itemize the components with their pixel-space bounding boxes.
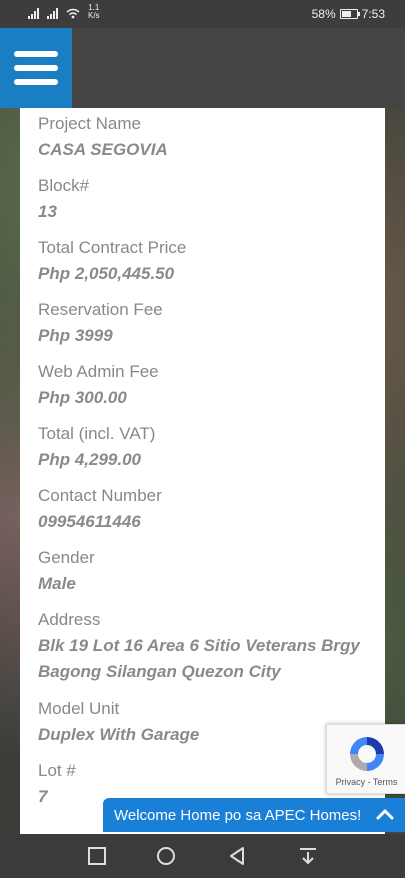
field-label: Total Contract Price <box>38 238 187 257</box>
field-label: Model Unit <box>38 699 120 718</box>
field-block: Block# 13 <box>38 176 89 225</box>
field-label: Gender <box>38 548 95 567</box>
field-value: Php 3999 <box>38 326 113 345</box>
signal-icon-2 <box>47 7 58 19</box>
field-label: Address <box>38 610 101 629</box>
chat-label: Welcome Home po sa APEC Homes! <box>114 806 362 824</box>
recaptcha-terms-link[interactable]: Privacy - Terms <box>327 777 405 787</box>
field-value: Blk 19 Lot 16 Area 6 Sitio Veterans Brgy… <box>38 633 360 685</box>
wifi-icon <box>66 8 80 18</box>
field-model-unit: Model Unit Duplex With Garage <box>38 699 199 748</box>
field-web-admin-fee: Web Admin Fee Php 300.00 <box>38 362 159 411</box>
status-bar: 1.1 K/s 58% 7:53 <box>0 0 405 28</box>
field-value: Duplex With Garage <box>38 725 200 744</box>
system-navigation-bar <box>0 834 405 878</box>
field-value: Php 300.00 <box>38 388 127 407</box>
address-line-1: Blk 19 Lot 16 Area 6 Sitio Veterans Brgy <box>38 636 360 655</box>
field-value: Php 2,050,445.50 <box>38 264 175 283</box>
field-value: Php 4,299.00 <box>38 450 142 469</box>
home-icon[interactable] <box>156 846 176 866</box>
recent-apps-icon[interactable] <box>87 846 107 866</box>
field-label: Lot # <box>38 761 76 780</box>
hamburger-menu-icon[interactable] <box>0 28 72 108</box>
recaptcha-logo-icon <box>350 737 384 771</box>
back-icon[interactable] <box>227 846 247 866</box>
field-value: Male <box>38 574 76 593</box>
field-value: 13 <box>38 202 57 221</box>
field-reservation-fee: Reservation Fee Php 3999 <box>38 300 163 349</box>
clock: 7:53 <box>361 7 385 21</box>
battery-icon <box>339 9 360 19</box>
field-label: Reservation Fee <box>38 300 163 319</box>
signal-icon <box>28 7 39 19</box>
field-label: Web Admin Fee <box>38 362 159 381</box>
recaptcha-badge[interactable]: Privacy - Terms <box>326 724 405 794</box>
field-label: Block# <box>38 176 90 195</box>
chat-widget-banner[interactable]: Welcome Home po sa APEC Homes! <box>103 798 405 832</box>
field-contact-number: Contact Number 09954611446 <box>38 486 162 535</box>
field-value: CASA SEGOVIA <box>38 140 168 159</box>
field-address: Address Blk 19 Lot 16 Area 6 Sitio Veter… <box>38 610 360 685</box>
field-total-contract-price: Total Contract Price Php 2,050,445.50 <box>38 238 186 287</box>
field-value: 7 <box>38 787 48 806</box>
battery-percent: 58% <box>311 7 336 21</box>
field-label: Project Name <box>38 114 141 133</box>
notification-pull-down-icon[interactable] <box>298 846 318 866</box>
app-header <box>0 28 405 108</box>
field-label: Total (incl. VAT) <box>38 424 156 443</box>
network-speed: 1.1 K/s <box>88 3 100 20</box>
field-gender: Gender Male <box>38 548 95 597</box>
field-total-incl-vat: Total (incl. VAT) Php 4,299.00 <box>38 424 155 473</box>
chevron-up-icon[interactable] <box>375 805 395 825</box>
field-lot: Lot # 7 <box>38 761 76 810</box>
field-label: Contact Number <box>38 486 162 505</box>
field-value: 09954611446 <box>38 512 141 531</box>
field-project-name: Project Name CASA SEGOVIA <box>38 114 168 163</box>
address-line-2: Bagong Silangan Quezon City <box>38 662 281 681</box>
